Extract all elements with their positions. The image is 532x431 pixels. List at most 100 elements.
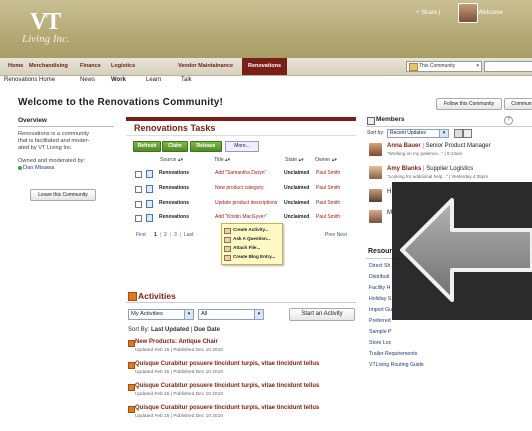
chevron-down-icon: ▾ [476,63,479,69]
task-title-link[interactable]: Add "Samantha Daryn" [215,170,266,176]
task-checkbox[interactable] [135,186,142,193]
avatar[interactable] [369,166,382,179]
follow-community-button[interactable]: Follow this Community [436,98,502,110]
pager-first[interactable]: First [136,232,146,238]
pager-page-3[interactable]: 3 [174,232,177,238]
claim-button[interactable]: Claim [162,141,188,152]
task-document-icon [146,185,153,193]
members-title: Members [376,116,405,123]
resource-link[interactable]: Store Loc [369,340,391,346]
share-link[interactable]: + Share | [416,10,440,16]
search-input[interactable] [484,61,532,72]
activity-item-title[interactable]: New Products: Antique Chair [135,339,218,345]
nav-finance[interactable]: Finance [80,58,101,75]
nav-logistics[interactable]: Logistics [111,58,135,75]
task-owner-link[interactable]: Paul Smith [316,200,340,206]
pager-last[interactable]: Last [184,232,193,238]
task-owner-link[interactable]: Paul Smith [316,170,340,176]
avatar[interactable] [369,189,382,202]
overview-description-line-3: ated by VT Living Inc. [18,145,73,151]
pager-separator: | [160,232,162,238]
resource-link[interactable]: Facility H [369,285,390,291]
menu-create-activity[interactable]: Create Activity... [233,227,269,232]
activity-item-meta: Updated Feb 15 | Published Dec 10 2010 [135,414,223,419]
pager-prev-next[interactable]: Prev Next [325,232,347,238]
task-checkbox[interactable] [135,201,142,208]
task-state: Unclaimed [284,185,310,191]
task-document-icon [146,214,153,222]
user-avatar[interactable] [458,3,478,23]
task-title-link[interactable]: Update product descriptions [215,200,277,206]
column-header-state[interactable]: State ▴▾ [285,157,304,163]
avatar[interactable] [369,210,382,223]
column-header-title[interactable]: Title ▴▾ [214,157,230,163]
community-scope-select[interactable]: This Community ▾ [406,61,482,72]
subnav-work[interactable]: Work [111,77,126,83]
community-actions-button[interactable]: Communi [504,98,532,110]
back-navigation-overlay[interactable] [392,182,532,320]
task-title-link[interactable]: Add "Kristin MacGyver" [215,214,267,220]
activity-item-title[interactable]: Quisque Curabitur posuere tincidunt turp… [135,405,319,411]
pager-separator: | [180,232,182,238]
resource-link[interactable]: VTLiving Routing Guide [369,362,424,368]
menu-attach-file[interactable]: Attach File... [233,245,260,250]
member-role: Senior Product Manager [425,143,491,149]
member-name-link[interactable]: H [387,189,391,195]
task-checkbox[interactable] [135,171,142,178]
blog-icon [224,255,231,261]
task-source: Renovations [159,214,190,220]
nav-home[interactable]: Home [8,58,23,75]
release-button[interactable]: Release [190,141,222,152]
resource-link[interactable]: Sample P [369,329,392,335]
member-entry: Amy Blanks | Supplier Logistics [387,166,474,172]
start-activity-button[interactable]: Start an Activity [289,308,355,321]
subnav-renovations-home[interactable]: Renovations Home [4,77,55,83]
column-header-owner[interactable]: Owner ▴▾ [315,157,337,163]
column-header-source[interactable]: Source ▴▾ [160,157,183,163]
task-owner-link[interactable]: Paul Smith [316,185,340,191]
task-owner-link[interactable]: Paul Smith [316,214,340,220]
task-checkbox[interactable] [135,215,142,222]
member-name-link[interactable]: Anna Bauer [387,143,421,149]
grid-view-icon[interactable] [454,129,463,138]
sort-due-date[interactable]: Due Date [194,327,220,333]
owner-link[interactable]: Dan Misawa [23,165,54,171]
member-name-link[interactable]: Amy Blanks [387,166,421,172]
refresh-button[interactable]: Refresh [133,141,161,152]
pager-page-2[interactable]: 2 [164,232,167,238]
activities-filter-value: My Activities [131,311,163,317]
subnav-news[interactable]: News [80,77,95,83]
members-sort-select[interactable]: Recent Updates ▾ [387,129,449,138]
task-source: Renovations [159,170,190,176]
subnav-talk[interactable]: Talk [181,77,192,83]
more-button[interactable]: More... [225,141,259,152]
avatar[interactable] [369,143,382,156]
pager-page-1[interactable]: 1 [154,232,157,238]
task-title-link[interactable]: New product category [215,185,264,191]
resource-link[interactable]: Holiday S [369,296,391,302]
sort-last-updated[interactable]: Last Updated [151,327,189,333]
resource-link[interactable]: Import Gu [369,307,392,313]
community-scope-label: This Community [419,63,456,69]
subnav-learn[interactable]: Learn [146,77,161,83]
nav-vendor-maintainance[interactable]: Vendor Maintainance [178,58,233,75]
activity-item-title[interactable]: Quisque Curabitur posuere tincidunt turp… [135,383,319,389]
activity-item-title[interactable]: Quisque Curabitur posuere tincidunt turp… [135,361,319,367]
nav-renovations[interactable]: Renovations [242,58,288,75]
nav-merchandising[interactable]: Merchandising [29,58,68,75]
menu-ask-question[interactable]: Ask A Question... [233,236,271,241]
task-document-icon [146,170,153,178]
activities-type-select[interactable]: All ▾ [198,309,264,320]
list-view-icon[interactable] [463,129,472,138]
leave-community-button[interactable]: Leave this Community [30,189,96,201]
members-sort-label: Sort by: [367,130,385,136]
logo-mark[interactable]: VT [30,10,61,34]
activities-filter-select[interactable]: My Activities ▾ [128,309,194,320]
resource-link[interactable]: Direct Sh [369,263,390,269]
menu-create-blog-entry[interactable]: Create Blog Entry... [233,254,275,259]
resource-link[interactable]: Preferred [369,318,391,324]
resource-link[interactable]: Distributi [369,274,389,280]
activity-item-meta: Updated Feb 15 | Published Dec 10 2010 [135,348,223,353]
resource-link[interactable]: Trailer Requirements [369,351,417,357]
help-icon[interactable]: ? [504,116,513,125]
